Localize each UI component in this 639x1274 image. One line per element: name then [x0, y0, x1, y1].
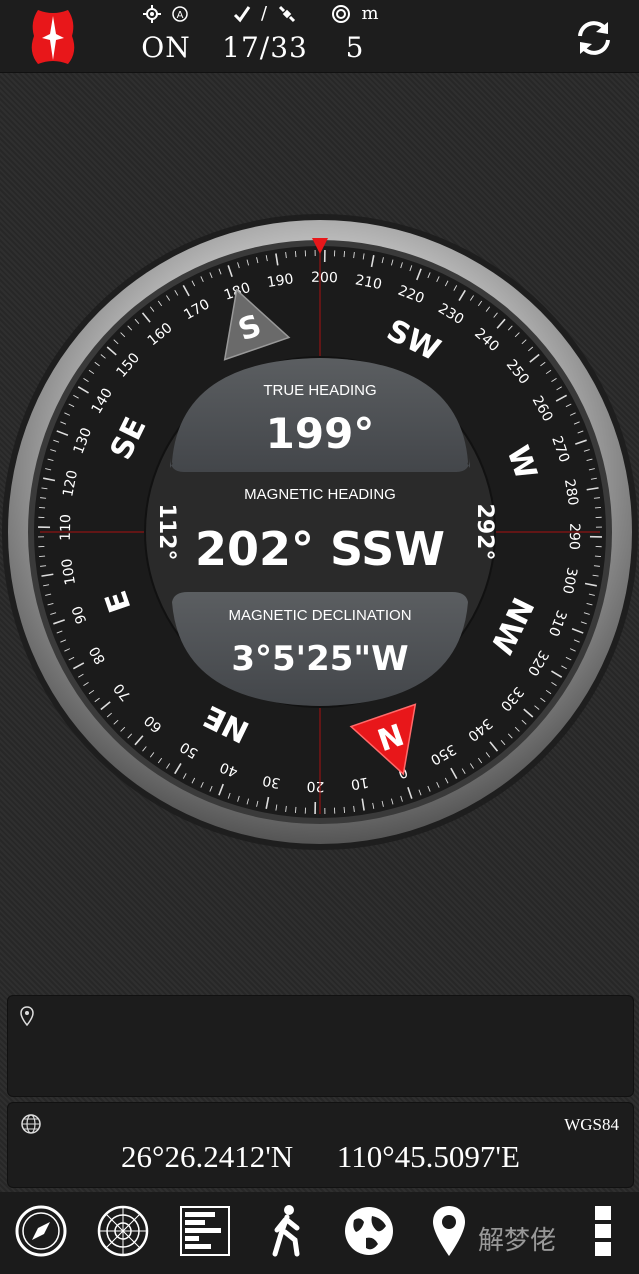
- satellite-count: / 17/33: [215, 0, 315, 68]
- accuracy-value: 5: [345, 31, 365, 64]
- dial-tick: [343, 251, 346, 258]
- nav-radar[interactable]: [94, 1202, 152, 1260]
- dial-number: 20: [307, 778, 325, 794]
- location-pin-icon: [20, 1006, 34, 1026]
- true-heading-label: TRUE HEADING: [263, 382, 376, 399]
- magnetic-heading-value: 202° SSW: [195, 522, 445, 576]
- nav-more[interactable]: [574, 1202, 632, 1260]
- globe-small-icon: [21, 1114, 41, 1134]
- nav-levels[interactable]: [176, 1202, 234, 1260]
- satellite-icon: [278, 5, 296, 23]
- dial-tick: [294, 806, 297, 813]
- dial-number: 110: [58, 514, 74, 541]
- dial-tick: [343, 806, 346, 813]
- accuracy-unit: m: [361, 3, 379, 24]
- magnetic-declination-value: 3°5'25"W: [231, 639, 408, 679]
- true-heading-value: 199°: [266, 409, 375, 458]
- nav-globe[interactable]: [340, 1202, 398, 1260]
- check-icon: [233, 6, 251, 23]
- compass-icon: [15, 1205, 67, 1257]
- datum-label: WGS84: [564, 1115, 619, 1134]
- nav-map-pin[interactable]: [420, 1202, 478, 1260]
- dial-tick: [594, 506, 601, 509]
- dial-number: 30: [261, 772, 282, 791]
- dial-tick: [39, 555, 46, 558]
- svg-text:A: A: [177, 10, 184, 21]
- left-bearing: 112°: [154, 504, 179, 561]
- satellites-value: 17/33: [222, 31, 308, 64]
- magnetic-heading-label: MAGNETIC HEADING: [244, 486, 396, 503]
- dial-number: 200: [311, 270, 338, 286]
- accuracy-target-icon: [332, 5, 351, 23]
- radar-icon: [97, 1205, 149, 1257]
- walking-icon: [272, 1205, 300, 1257]
- refresh-icon[interactable]: [570, 14, 618, 62]
- latitude: 26°26.2412'N: [121, 1139, 294, 1174]
- map-pin-icon: [433, 1206, 465, 1256]
- gps-target-icon: [143, 5, 161, 23]
- more-icon: [595, 1206, 611, 1256]
- right-bearing: 292°: [472, 504, 497, 561]
- address-panel: [7, 995, 634, 1097]
- dial-tick: [39, 506, 46, 509]
- magnetic-declination-label: MAGNETIC DECLINATION: [228, 607, 411, 624]
- status-bar: A ON / 17/33 m 5: [0, 0, 639, 73]
- watermark: 解梦佬: [478, 1226, 557, 1256]
- nav-compass[interactable]: [12, 1202, 70, 1260]
- globe-icon: [345, 1207, 393, 1255]
- nav-walking[interactable]: [258, 1202, 316, 1260]
- dial-number: 290: [566, 523, 582, 550]
- gps-state: ON: [141, 31, 191, 64]
- dial-tick: [594, 555, 601, 558]
- dial-number: 10: [350, 774, 370, 793]
- coordinates: 26°26.2412'N 110°45.5097'E: [8, 1139, 633, 1175]
- auto-icon: A: [172, 6, 188, 22]
- longitude: 110°45.5097'E: [336, 1139, 520, 1174]
- gps-status: A ON: [140, 0, 192, 68]
- coordinates-panel: WGS84 26°26.2412'N 110°45.5097'E: [7, 1102, 634, 1188]
- level-bars-icon: [180, 1206, 230, 1256]
- compass-dial[interactable]: 0102030405060708090100110120130140150160…: [0, 210, 639, 855]
- app-logo-icon[interactable]: [28, 8, 78, 66]
- accuracy: m 5: [326, 0, 384, 68]
- dial-tick: [294, 251, 297, 258]
